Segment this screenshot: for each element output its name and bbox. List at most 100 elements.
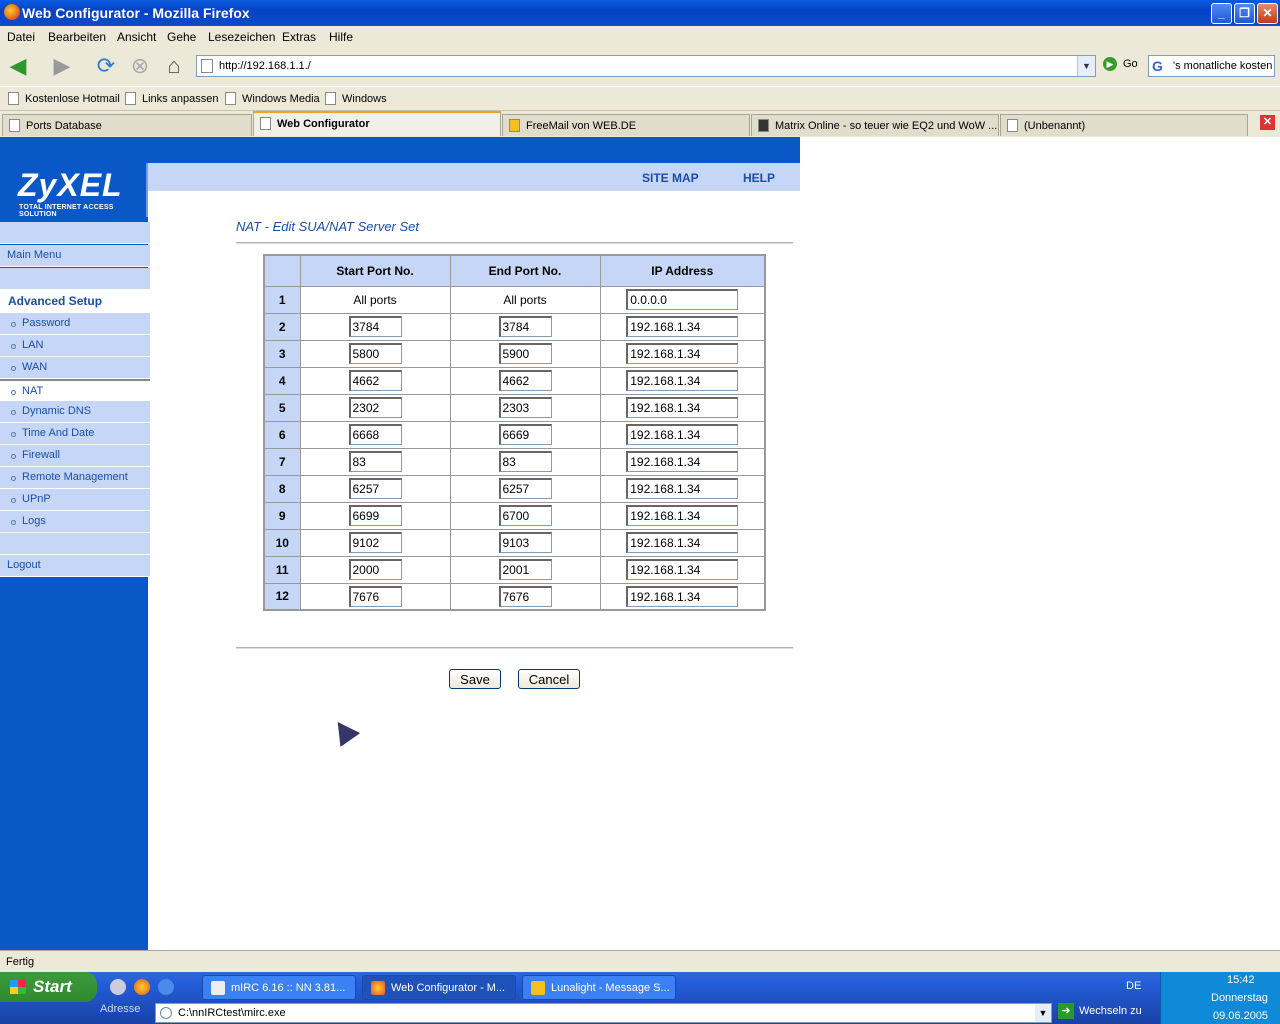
ip-address-input[interactable] <box>626 343 739 364</box>
end-port-input[interactable] <box>498 397 552 418</box>
stop-icon[interactable]: ⊗ <box>126 52 154 80</box>
end-port-input[interactable] <box>498 585 552 607</box>
end-port-input[interactable] <box>498 316 552 337</box>
help-link[interactable]: HELP <box>743 171 775 185</box>
start-port-input[interactable] <box>348 424 402 445</box>
end-port-input[interactable] <box>498 451 552 472</box>
home-icon[interactable]: ⌂ <box>160 52 188 80</box>
end-port-input[interactable] <box>498 370 552 391</box>
ip-address-input[interactable] <box>626 370 739 391</box>
ip-address-input[interactable] <box>626 585 739 607</box>
language-indicator[interactable]: DE <box>1126 980 1141 992</box>
start-port-input[interactable] <box>348 505 402 526</box>
reload-icon[interactable]: ⟳ <box>92 52 120 80</box>
taskbar-item-mirc[interactable]: mIRC 6.16 :: NN 3.81... <box>202 975 356 1000</box>
sidebar-item-logout[interactable]: Logout <box>0 555 150 577</box>
mirc-icon <box>211 981 225 995</box>
end-port-input[interactable] <box>498 532 552 553</box>
sidebar-item-lan[interactable]: LAN <box>0 335 150 357</box>
close-button[interactable]: ✕ <box>1257 3 1278 24</box>
taskbar-item-web-configurator[interactable]: Web Configurator - M... <box>362 975 516 1000</box>
end-port-input[interactable] <box>498 505 552 526</box>
end-port-input[interactable] <box>498 343 552 364</box>
sitemap-link[interactable]: SITE MAP <box>642 171 699 185</box>
end-port-input[interactable] <box>498 478 552 499</box>
tab-freemail[interactable]: FreeMail von WEB.DE <box>502 114 750 136</box>
menu-bearbeiten[interactable]: Bearbeiten <box>48 30 106 44</box>
cancel-button[interactable]: Cancel <box>518 669 580 689</box>
sidebar-item-dynamic-dns[interactable]: Dynamic DNS <box>0 401 150 423</box>
sidebar-item-main-menu[interactable]: Main Menu <box>0 245 150 267</box>
end-port-cell: All ports <box>449 285 601 314</box>
url-input[interactable]: http://192.168.1.1./ ▼ <box>196 55 1096 77</box>
menu-lesezeichen[interactable]: Lesezeichen <box>208 30 275 44</box>
forward-icon[interactable]: ▶ <box>48 52 76 80</box>
ip-address-input[interactable] <box>626 532 739 553</box>
table-row: 5 <box>263 393 766 422</box>
end-port-input[interactable] <box>498 559 552 580</box>
bookmark-hotmail[interactable]: Kostenlose Hotmail <box>8 91 120 105</box>
end-port-cell <box>449 393 601 422</box>
bookmark-links[interactable]: Links anpassen <box>125 91 218 105</box>
ip-address-input[interactable] <box>626 559 739 580</box>
url-dropdown-icon[interactable]: ▼ <box>1077 56 1095 76</box>
menu-gehe[interactable]: Gehe <box>167 30 196 44</box>
end-port-cell <box>449 447 601 476</box>
ip-address-input[interactable] <box>626 397 739 418</box>
sidebar-item-time-date[interactable]: Time And Date <box>0 423 150 445</box>
window-titlebar[interactable]: Web Configurator - Mozilla Firefox _ ❐ ✕ <box>0 0 1280 26</box>
start-port-input[interactable] <box>348 316 402 337</box>
menu-extras[interactable]: Extras <box>282 30 316 44</box>
ip-address-input[interactable] <box>626 451 739 472</box>
back-icon[interactable]: ◀ <box>4 52 32 80</box>
status-text: Fertig <box>6 956 35 968</box>
go-to-button[interactable]: ➜ Wechseln zu <box>1058 1003 1142 1019</box>
windows-logo-icon <box>10 980 26 994</box>
start-button[interactable]: Start <box>0 972 97 1002</box>
sidebar-item-nat[interactable]: NAT <box>0 379 150 401</box>
tab-web-configurator[interactable]: Web Configurator <box>253 111 501 136</box>
start-port-input[interactable] <box>348 559 402 580</box>
start-port-input[interactable] <box>348 370 402 391</box>
start-port-input[interactable] <box>348 397 402 418</box>
ip-cell <box>599 474 766 503</box>
ip-address-input[interactable] <box>626 316 739 337</box>
sidebar-item-firewall[interactable]: Firewall <box>0 445 150 467</box>
start-port-input[interactable] <box>348 532 402 553</box>
maximize-button[interactable]: ❐ <box>1234 3 1255 24</box>
bookmark-windows-media[interactable]: Windows Media <box>225 91 320 105</box>
clock-date: 09.06.2005 <box>1213 1010 1269 1022</box>
close-tab-icon[interactable]: ✕ <box>1260 115 1275 130</box>
show-desktop-icon[interactable] <box>110 979 126 995</box>
bookmark-windows[interactable]: Windows <box>325 91 387 105</box>
menu-hilfe[interactable]: Hilfe <box>329 30 353 44</box>
save-button[interactable]: Save <box>449 669 501 689</box>
end-port-input[interactable] <box>498 424 552 445</box>
sidebar-item-logs[interactable]: Logs <box>0 511 150 533</box>
tab-ports-database[interactable]: Ports Database <box>2 114 252 136</box>
sidebar-item-upnp[interactable]: UPnP <box>0 489 150 511</box>
start-port-input[interactable] <box>348 478 402 499</box>
tab-matrix-online[interactable]: Matrix Online - so teuer wie EQ2 und WoW… <box>751 114 999 136</box>
menu-datei[interactable]: Datei <box>7 30 35 44</box>
start-port-input[interactable] <box>348 451 402 472</box>
sidebar-item-password[interactable]: Password <box>0 313 150 335</box>
taskbar-item-lunalight[interactable]: Lunalight - Message S... <box>522 975 676 1000</box>
ip-address-input[interactable] <box>626 505 739 526</box>
ip-address-input[interactable] <box>626 478 739 499</box>
go-button[interactable]: ▶ Go <box>1103 57 1138 71</box>
ie-quicklaunch-icon[interactable] <box>158 979 174 995</box>
menu-ansicht[interactable]: Ansicht <box>117 30 156 44</box>
ip-address-input[interactable] <box>626 424 739 445</box>
address-input[interactable]: C:\nnIRCtest\mirc.exe ▼ <box>155 1003 1052 1023</box>
sidebar-section-advanced[interactable]: Advanced Setup <box>0 289 150 313</box>
tab-unbenannt[interactable]: (Unbenannt) <box>1000 114 1248 136</box>
ip-address-input[interactable] <box>626 289 739 310</box>
start-port-input[interactable] <box>348 343 402 364</box>
minimize-button[interactable]: _ <box>1211 3 1232 24</box>
search-input[interactable]: G 's monatliche kosten <box>1148 55 1275 77</box>
sidebar-item-wan[interactable]: WAN <box>0 357 150 379</box>
sidebar-item-remote-management[interactable]: Remote Management <box>0 467 150 489</box>
firefox-quicklaunch-icon[interactable] <box>134 979 150 995</box>
start-port-input[interactable] <box>348 585 402 607</box>
